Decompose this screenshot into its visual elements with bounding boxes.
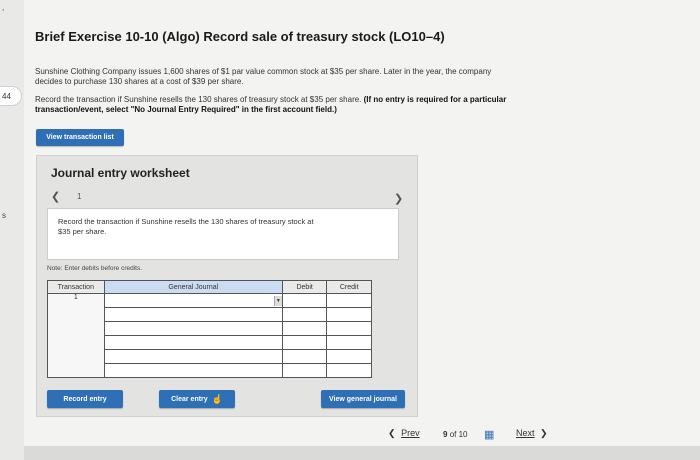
question-tab[interactable]: 44: [0, 86, 22, 106]
chevron-left-icon: ❮: [388, 428, 396, 438]
credit-input[interactable]: [326, 335, 372, 350]
view-transaction-list-button[interactable]: View transaction list: [36, 129, 124, 146]
account-select[interactable]: [103, 335, 283, 350]
credit-input[interactable]: [326, 363, 372, 378]
page-total: 10: [458, 430, 468, 439]
credit-input[interactable]: [326, 321, 372, 336]
account-select[interactable]: [103, 321, 283, 336]
task-instruction-bold-2: transaction/event, select "No Journal En…: [35, 105, 337, 114]
task-line-1: Record the transaction if Sunshine resel…: [35, 95, 364, 104]
table-header-row: Transaction General Journal Debit Credit: [47, 280, 372, 294]
table-row: 1 ▼: [47, 293, 372, 378]
task-instruction-bold: (If no entry is required for a particula…: [363, 95, 507, 104]
col-general-journal: General Journal: [103, 280, 283, 294]
debit-input[interactable]: [281, 293, 328, 308]
credit-input[interactable]: [326, 293, 372, 308]
chevron-right-icon: ❯: [540, 428, 548, 438]
view-transaction-list-label: View transaction list: [46, 134, 114, 141]
prev-link[interactable]: ❮ Prev: [388, 428, 420, 439]
worksheet-page-number[interactable]: 1: [77, 192, 81, 201]
intro-line-1: Sunshine Clothing Company issues 1,600 s…: [35, 67, 492, 76]
record-entry-label: Record entry: [63, 395, 107, 403]
record-entry-button[interactable]: Record entry: [47, 390, 123, 408]
col-debit: Debit: [281, 280, 328, 294]
instruction-line-2: $35 per share.: [58, 227, 107, 236]
journal-entry-worksheet: Journal entry worksheet ❮ 1 ❯ Record the…: [36, 155, 418, 417]
next-label: Next: [516, 428, 535, 438]
debit-input[interactable]: [281, 321, 328, 336]
col-transaction: Transaction: [47, 280, 105, 294]
gutter-mark: s: [2, 211, 6, 220]
account-select[interactable]: [103, 349, 283, 364]
prev-label: Prev: [401, 428, 420, 438]
next-link[interactable]: Next ❯: [516, 428, 548, 439]
view-general-journal-label: View general journal: [329, 395, 397, 403]
gutter-mark-top: ,: [2, 3, 5, 12]
page-indicator: 9 of 10: [443, 430, 468, 439]
credit-input[interactable]: [326, 307, 372, 322]
transaction-number: 1: [47, 293, 105, 378]
col-credit: Credit: [326, 280, 372, 294]
grid-icon[interactable]: ▦: [484, 428, 494, 441]
chevron-left-icon[interactable]: ❮: [51, 190, 60, 203]
debit-input[interactable]: [281, 349, 328, 364]
page-of: of: [449, 430, 457, 439]
instruction-line-1: Record the transaction if Sunshine resel…: [58, 217, 314, 226]
debit-input[interactable]: [281, 363, 328, 378]
chevron-right-icon[interactable]: ❯: [394, 192, 403, 205]
bottom-bar: [24, 446, 700, 460]
exercise-title: Brief Exercise 10-10 (Algo) Record sale …: [35, 29, 445, 44]
clear-entry-button[interactable]: Clear entry ☝: [159, 390, 235, 408]
worksheet-title: Journal entry worksheet: [51, 166, 190, 180]
account-select[interactable]: ▼: [103, 293, 283, 308]
account-select[interactable]: [103, 307, 283, 322]
debit-input[interactable]: [281, 307, 328, 322]
intro-line-2: decides to purchase 130 shares at a cost…: [35, 77, 244, 86]
debit-credit-note: Note: Enter debits before credits.: [47, 265, 143, 272]
credit-input[interactable]: [326, 349, 372, 364]
chevron-down-icon[interactable]: ▼: [273, 295, 282, 306]
left-gutter: [0, 0, 24, 460]
clear-entry-label: Clear entry: [171, 395, 208, 403]
debit-input[interactable]: [281, 335, 328, 350]
pointer-cursor-icon: ☝: [211, 393, 223, 404]
account-select[interactable]: [103, 363, 283, 378]
exercise-task: Record the transaction if Sunshine resel…: [35, 95, 506, 115]
view-general-journal-button[interactable]: View general journal: [321, 390, 405, 408]
exercise-intro: Sunshine Clothing Company issues 1,600 s…: [35, 67, 491, 87]
journal-table: Transaction General Journal Debit Credit…: [47, 280, 372, 378]
page-current: 9: [443, 430, 448, 439]
instruction-box: Record the transaction if Sunshine resel…: [47, 208, 399, 260]
